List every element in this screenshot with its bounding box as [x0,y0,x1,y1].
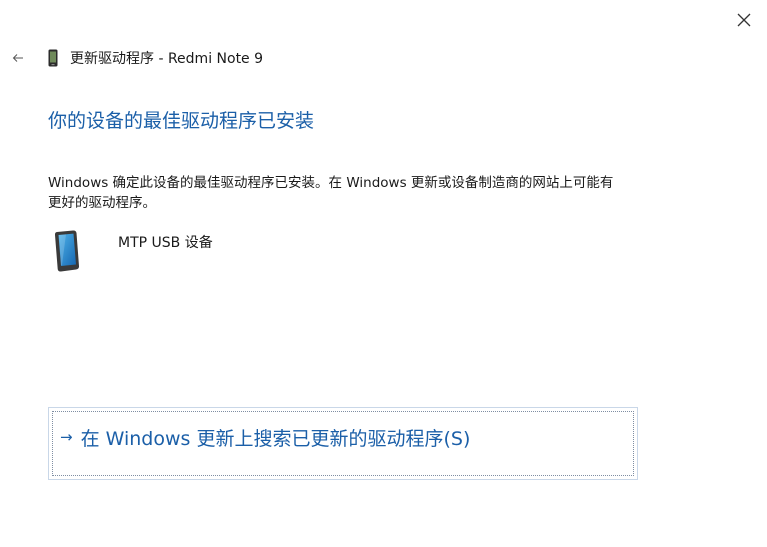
close-button[interactable] [730,6,758,34]
arrow-right-icon: → [60,428,73,446]
device-name: MTP USB 设备 [118,235,213,251]
page-heading: 你的设备的最佳驱动程序已安装 [48,110,315,132]
search-link-label: 在 Windows 更新上搜索已更新的驱动程序(S) [80,428,471,450]
focus-rectangle: → 在 Windows 更新上搜索已更新的驱动程序(S) [52,411,634,476]
description-text: Windows 确定此设备的最佳驱动程序已安装。在 Windows 更新或设备制… [48,173,688,213]
title-bar: 更新驱动程序 - Redmi Note 9 [48,48,263,68]
search-link-row[interactable]: → 在 Windows 更新上搜索已更新的驱动程序(S) [60,424,470,451]
description-line-1: Windows 确定此设备的最佳驱动程序已安装。在 Windows 更新或设备制… [48,175,614,191]
window-title: 更新驱动程序 - Redmi Note 9 [70,51,264,67]
device-phone-icon [54,230,80,272]
back-arrow-icon [12,54,23,62]
description-line-2: 更好的驱动程序。 [48,195,156,211]
back-button[interactable] [6,46,30,70]
phone-icon [48,49,60,67]
search-windows-update-button[interactable]: → 在 Windows 更新上搜索已更新的驱动程序(S) [48,407,638,480]
update-driver-window: 更新驱动程序 - Redmi Note 9 你的设备的最佳驱动程序已安装 Win… [0,0,767,547]
close-icon [737,13,751,27]
